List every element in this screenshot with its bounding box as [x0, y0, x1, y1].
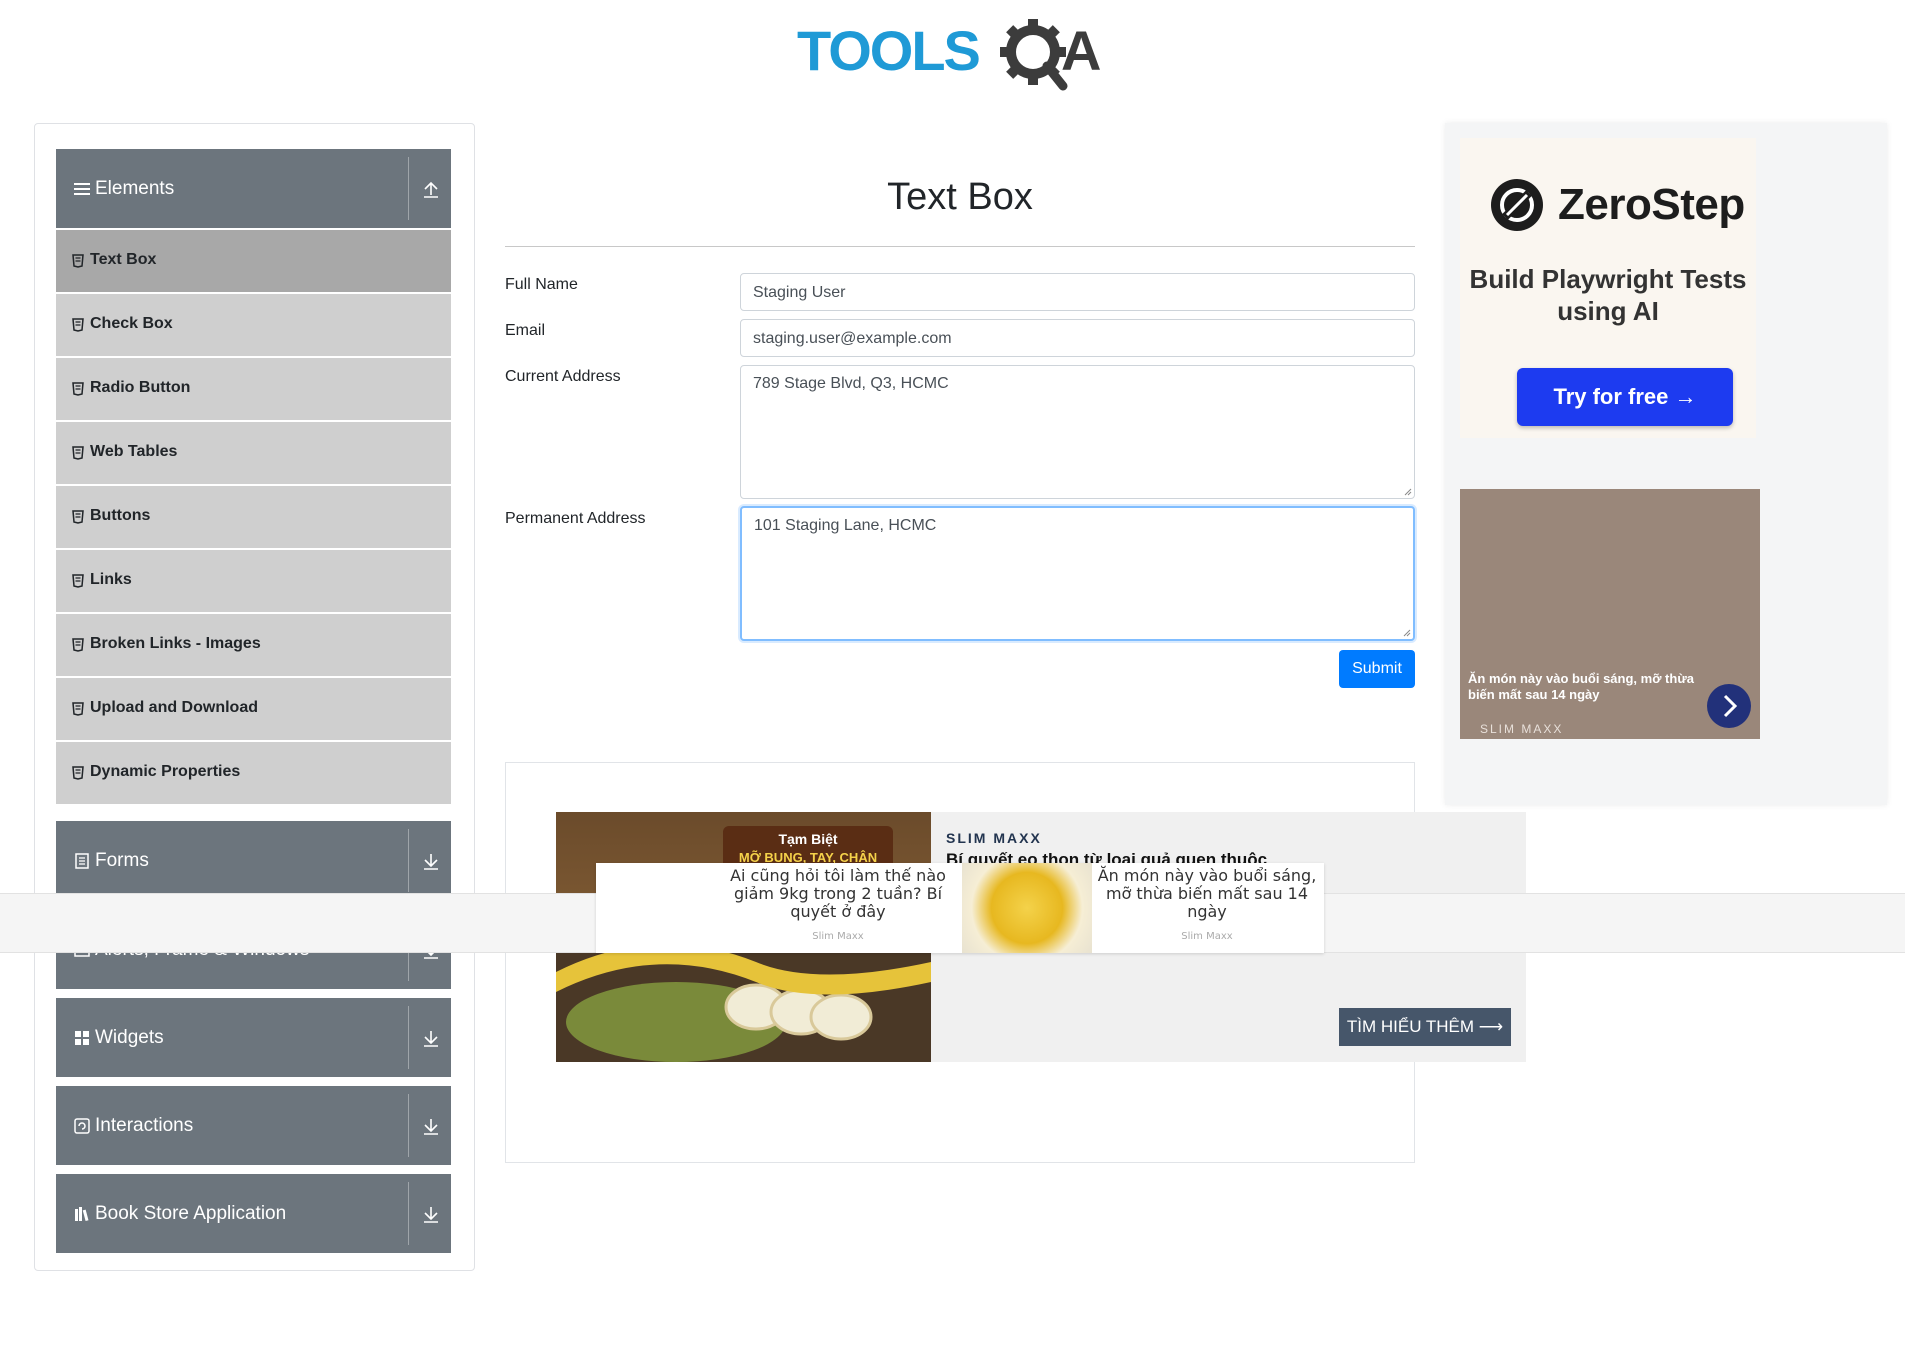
html-file-icon	[72, 702, 84, 716]
zerostep-tagline: Build Playwright Tests using AI	[1469, 264, 1747, 326]
group-widgets-header[interactable]: Widgets	[56, 998, 451, 1077]
try-for-free-button[interactable]: Try for free →	[1517, 368, 1733, 426]
interactions-icon	[74, 1118, 90, 1134]
permanent-address-textarea[interactable]: 101 Staging Lane, HCMC	[740, 506, 1415, 641]
menu-item-text-box[interactable]: Text Box	[56, 230, 451, 292]
resize-grip-icon[interactable]	[1403, 629, 1411, 637]
group-elements-header[interactable]: Elements	[56, 149, 451, 228]
divider	[408, 1094, 409, 1157]
email-input[interactable]: staging.user@example.com	[740, 319, 1415, 357]
menu-item-label: Text Box	[90, 251, 157, 268]
right-ad-panel: ZeroStep Build Playwright Tests using AI…	[1445, 123, 1887, 805]
ad-brand: SLIM MAXX	[946, 830, 1042, 846]
menu-item-web-tables[interactable]: Web Tables	[56, 422, 451, 484]
menu-item-links[interactable]: Links	[56, 550, 451, 612]
menu-item-upload-download[interactable]: Upload and Download	[56, 678, 451, 740]
full-name-value: Staging User	[753, 284, 846, 301]
group-interactions-label: Interactions	[95, 1115, 194, 1136]
html-file-icon	[72, 510, 84, 524]
menu-item-label: Links	[90, 571, 132, 588]
html-file-icon	[72, 382, 84, 396]
html-file-icon	[72, 766, 84, 780]
group-widgets-label: Widgets	[95, 1027, 164, 1048]
arrow-down-icon[interactable]	[421, 1204, 441, 1224]
slim-ad-text: Ăn món này vào buổi sáng, mỡ thừa biến m…	[1468, 671, 1694, 702]
ad-headline: Bí quyết eo thon từ loại quả quen thuộc	[946, 850, 1268, 864]
left-sidebar: Elements Text Box Check Box Radio Button…	[34, 123, 475, 1271]
sticky-ad-card[interactable]: Ai cũng hỏi tôi làm thế nào giảm 9kg tro…	[596, 863, 1324, 953]
menu-item-buttons[interactable]: Buttons	[56, 486, 451, 548]
group-forms-header[interactable]: Forms	[56, 821, 451, 900]
arrow-up-icon[interactable]	[421, 179, 441, 199]
html-file-icon	[72, 574, 84, 588]
zerostep-brand: ZeroStep	[1558, 180, 1745, 229]
divider	[408, 829, 409, 892]
full-name-label: Full Name	[505, 276, 578, 293]
elements-menu-list: Text Box Check Box Radio Button Web Tabl…	[56, 230, 451, 806]
menu-icon	[74, 183, 90, 195]
menu-item-label: Upload and Download	[90, 699, 258, 716]
email-label: Email	[505, 322, 546, 339]
group-bookstore-label: Book Store Application	[95, 1203, 287, 1224]
title-divider	[505, 246, 1415, 247]
sticky-ad-right-text[interactable]: Ăn món này vào buổi sáng, mỡ thừa biến m…	[1092, 867, 1322, 921]
menu-item-label: Check Box	[90, 315, 173, 332]
html-file-icon	[72, 254, 84, 268]
html-file-icon	[72, 318, 84, 332]
svg-text:A: A	[1061, 19, 1101, 82]
group-interactions-header[interactable]: Interactions	[56, 1086, 451, 1165]
toolsqa-logo-image: TOOLS A	[797, 19, 1101, 91]
html-file-icon	[72, 638, 84, 652]
email-value: staging.user@example.com	[753, 330, 952, 347]
submit-button[interactable]: Submit	[1339, 650, 1415, 688]
toolsqa-logo[interactable]: TOOLS A	[795, 12, 1125, 92]
current-address-textarea[interactable]: 789 Stage Blvd, Q3, HCMC	[740, 365, 1415, 499]
arrow-down-icon[interactable]	[421, 851, 441, 871]
group-elements-label: Elements	[95, 178, 175, 199]
menu-item-label: Broken Links - Images	[90, 635, 261, 652]
menu-item-radio-button[interactable]: Radio Button	[56, 358, 451, 420]
divider	[408, 1182, 409, 1245]
permanent-address-label: Permanent Address	[505, 510, 646, 527]
chevron-right-icon	[1723, 694, 1738, 718]
svg-text:TOOLS: TOOLS	[797, 19, 980, 82]
menu-item-dynamic-properties[interactable]: Dynamic Properties	[56, 742, 451, 804]
page-title: Text Box	[887, 176, 1033, 218]
full-name-input[interactable]: Staging User	[740, 273, 1415, 311]
current-address-label: Current Address	[505, 368, 621, 385]
permanent-address-value: 101 Staging Lane, HCMC	[754, 517, 937, 534]
group-forms-label: Forms	[95, 850, 149, 871]
menu-item-label: Radio Button	[90, 379, 191, 396]
next-arrow-button[interactable]	[1707, 684, 1751, 728]
sticky-ad-left-source: Slim Maxx	[812, 931, 864, 942]
document-icon	[75, 853, 89, 869]
slim-maxx-side-ad[interactable]: Ăn món này vào buổi sáng, mỡ thừa biến m…	[1460, 489, 1760, 739]
menu-item-check-box[interactable]: Check Box	[56, 294, 451, 356]
books-icon	[75, 1207, 89, 1222]
slim-ad-brand: SLIM MAXX	[1480, 722, 1564, 736]
arrow-down-icon[interactable]	[421, 1028, 441, 1048]
ad-caption-top: Tạm Biệt	[778, 831, 837, 847]
resize-grip-icon[interactable]	[1404, 488, 1412, 496]
menu-item-label: Buttons	[90, 507, 151, 524]
sticky-ad-left-text[interactable]: Ai cũng hỏi tôi làm thế nào giảm 9kg tro…	[718, 867, 958, 921]
group-bookstore-header[interactable]: Book Store Application	[56, 1174, 451, 1253]
menu-item-label: Web Tables	[90, 443, 178, 460]
zerostep-logo-icon	[1491, 179, 1543, 231]
sticky-ad-right-source: Slim Maxx	[1181, 931, 1233, 942]
menu-item-label: Dynamic Properties	[90, 763, 241, 780]
sticky-ad-corn-image[interactable]	[962, 863, 1092, 953]
divider	[408, 157, 409, 220]
menu-item-broken-links[interactable]: Broken Links - Images	[56, 614, 451, 676]
grid-icon	[75, 1031, 89, 1045]
learn-more-button[interactable]: TÌM HIỂU THÊM ⟶	[1339, 1008, 1511, 1046]
divider	[408, 1006, 409, 1069]
html-file-icon	[72, 446, 84, 460]
current-address-value: 789 Stage Blvd, Q3, HCMC	[753, 375, 949, 392]
zerostep-ad[interactable]: ZeroStep Build Playwright Tests using AI…	[1460, 138, 1756, 438]
arrow-down-icon[interactable]	[421, 1116, 441, 1136]
